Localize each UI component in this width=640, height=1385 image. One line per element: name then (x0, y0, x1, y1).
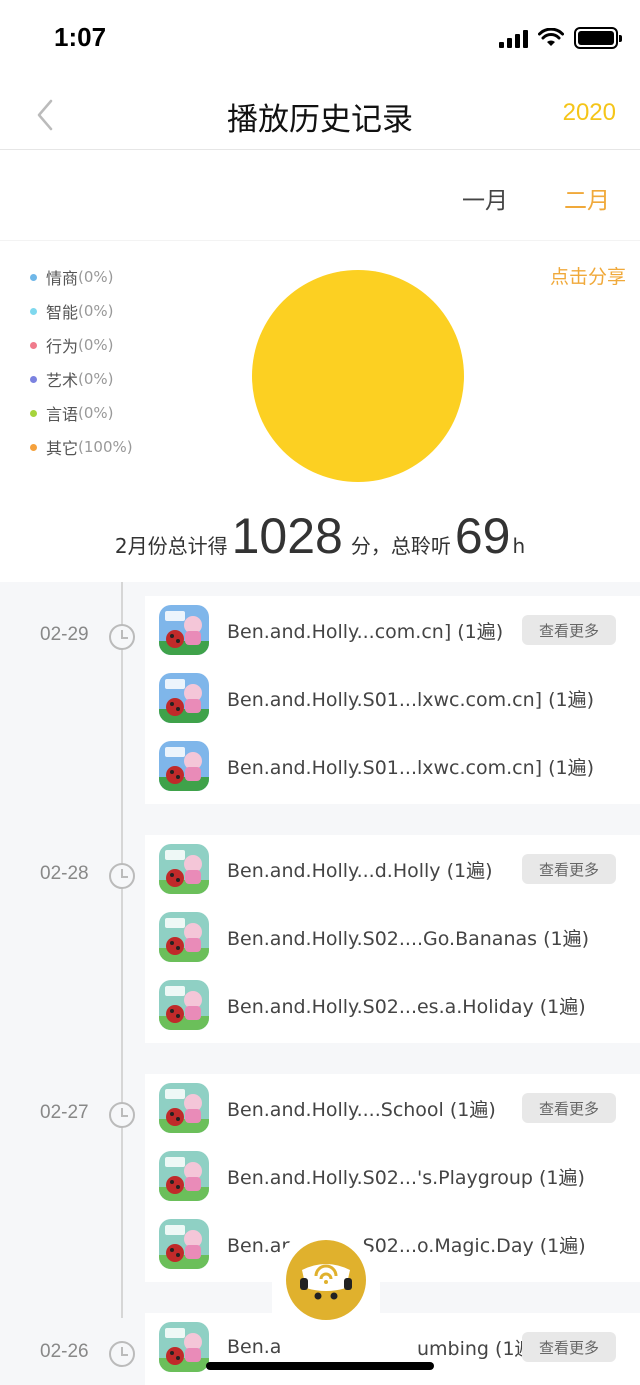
home-indicator[interactable] (206, 1362, 434, 1370)
status-bar: 1:07 (0, 0, 640, 80)
year-selector[interactable]: 2020 (563, 99, 616, 127)
total-hours: 69 (454, 508, 511, 564)
episode-title: Ben.and.Holly....School (1遍) (227, 1098, 496, 1121)
page-title: 播放历史记录 (227, 102, 413, 138)
episode-thumbnail (159, 1083, 209, 1133)
view-more-button[interactable]: 查看更多 (522, 1093, 616, 1123)
history-date: 02-27 (40, 1102, 89, 1123)
score-unit: 分，总聆听 (350, 534, 451, 558)
history-card: Ben.and.Holly....School (1遍) 查看更多 Ben.and.… (145, 1074, 640, 1282)
legend-item: 智能 (0%) (30, 294, 133, 328)
episode-thumbnail (159, 673, 209, 723)
legend-item: 其它 (100%) (30, 430, 133, 464)
history-date: 02-26 (40, 1341, 89, 1362)
history-date: 02-28 (40, 863, 89, 884)
history-item[interactable]: Ben.and.Holly.S02...o.Magic.Day (1遍) (145, 1210, 640, 1278)
month-tabs: 一月 二月 (0, 151, 640, 241)
clock-icon (109, 624, 135, 650)
history-item[interactable]: Ben.and.Holly....School (1遍) 查看更多 (145, 1074, 640, 1142)
episode-title: Ben.and.Holly.S02...'s.Playgroup (1遍) (227, 1166, 585, 1189)
status-icons (499, 27, 622, 49)
history-item[interactable]: Ben.and.Holly.S01...lxwc.com.cn] (1遍) (145, 664, 640, 732)
legend-item: 情商 (0%) (30, 260, 133, 294)
legend-label: 智能 (46, 303, 79, 322)
episode-thumbnail (159, 741, 209, 791)
episode-title: Ben.and.Holly.S01...lxwc.com.cn] (1遍) (227, 756, 595, 779)
tab-january[interactable]: 一月 (462, 181, 508, 215)
legend-percent: (100%) (78, 438, 133, 456)
total-prefix: 2月份总计得 (114, 534, 228, 558)
history-day-group: 02-29 Ben.and.Holly...com.cn] (1遍) 查看更多 Ben… (0, 596, 640, 804)
history-item[interactable]: Ben.and.Holly...com.cn] (1遍) 查看更多 (145, 596, 640, 664)
legend-percent: (0%) (78, 268, 114, 286)
nav-bar: 播放历史记录 2020 (0, 80, 640, 150)
episode-title: Ben.a (227, 1336, 282, 1358)
legend-dot (30, 409, 37, 417)
view-more-button[interactable]: 查看更多 (522, 854, 616, 884)
episode-thumbnail (159, 844, 209, 894)
episode-thumbnail (159, 605, 209, 655)
monthly-total: 2月份总计得 1028 分，总聆听 69 h (0, 507, 640, 565)
legend-label: 情商 (46, 269, 79, 288)
episode-thumbnail (159, 1322, 209, 1372)
episode-thumbnail (159, 1151, 209, 1201)
legend-label: 其它 (46, 439, 79, 458)
legend-percent: (0%) (78, 336, 114, 354)
episode-thumbnail (159, 980, 209, 1030)
share-button[interactable]: 点击分享 (550, 262, 626, 289)
history-item[interactable]: Ben.and.Holly.S02....Go.Bananas (1遍) (145, 903, 640, 971)
legend-label: 艺术 (46, 371, 79, 390)
view-more-button[interactable]: 查看更多 (522, 1332, 616, 1362)
history-item[interactable]: Ben.a umbing (1遍) 查看更多 (145, 1313, 640, 1381)
total-score: 1028 (231, 508, 343, 564)
cellular-signal-icon (499, 28, 528, 48)
episode-title: Ben.and.Holly.S02...es.a.Holiday (1遍) (227, 995, 586, 1018)
episode-title: Ben.and.Holly...d.Holly (1遍) (227, 859, 493, 882)
episode-title: Ben.and.Holly...com.cn] (1遍) (227, 620, 504, 643)
history-day-group: 02-28 Ben.and.Holly...d.Holly (1遍) 查看更多 Ben… (0, 835, 640, 1043)
legend-dot (30, 375, 37, 383)
history-card: Ben.and.Holly...d.Holly (1遍) 查看更多 Ben.and.… (145, 835, 640, 1043)
wifi-icon (538, 28, 564, 46)
history-card: Ben.a umbing (1遍) 查看更多 (145, 1313, 640, 1385)
category-pie-chart (252, 270, 464, 482)
robot-speaker-icon (300, 1264, 352, 1300)
episode-title: Ben.and.Holly.S01...lxwc.com.cn] (1遍) (227, 688, 595, 711)
legend-label: 行为 (46, 337, 79, 356)
legend-dot (30, 443, 37, 451)
history-date: 02-29 (40, 624, 89, 645)
tab-february[interactable]: 二月 (564, 181, 610, 215)
legend-dot (30, 273, 37, 281)
category-stats: 情商 (0%) 智能 (0%) 行为 (0%) 艺术 (0%) 言语 (0%) 其它 (100%) 点… (0, 242, 640, 582)
history-card: Ben.and.Holly...com.cn] (1遍) 查看更多 Ben.and.… (145, 596, 640, 804)
legend-dot (30, 341, 37, 349)
clock-icon (109, 863, 135, 889)
history-item[interactable]: Ben.and.Holly.S01...lxwc.com.cn] (1遍) (145, 732, 640, 800)
player-fab-container (272, 1228, 380, 1338)
view-more-button[interactable]: 查看更多 (522, 615, 616, 645)
episode-thumbnail (159, 912, 209, 962)
status-time: 1:07 (54, 22, 107, 52)
legend-label: 言语 (46, 405, 79, 424)
player-button[interactable] (286, 1240, 366, 1320)
category-legend: 情商 (0%) 智能 (0%) 行为 (0%) 艺术 (0%) 言语 (0%) 其它 (100%) (30, 260, 133, 464)
hours-unit: h (512, 534, 526, 558)
episode-title: Ben.and.Holly.S02....Go.Bananas (1遍) (227, 927, 589, 950)
clock-icon (109, 1341, 135, 1367)
episode-thumbnail (159, 1219, 209, 1269)
legend-item: 言语 (0%) (30, 396, 133, 430)
history-item[interactable]: Ben.and.Holly.S02...'s.Playgroup (1遍) (145, 1142, 640, 1210)
legend-percent: (0%) (78, 302, 114, 320)
legend-item: 行为 (0%) (30, 328, 133, 362)
battery-icon (574, 27, 622, 49)
history-item[interactable]: Ben.and.Holly...d.Holly (1遍) 查看更多 (145, 835, 640, 903)
legend-percent: (0%) (78, 404, 114, 422)
history-item[interactable]: Ben.and.Holly.S02...es.a.Holiday (1遍) (145, 971, 640, 1039)
legend-percent: (0%) (78, 370, 114, 388)
legend-item: 艺术 (0%) (30, 362, 133, 396)
clock-icon (109, 1102, 135, 1128)
legend-dot (30, 307, 37, 315)
